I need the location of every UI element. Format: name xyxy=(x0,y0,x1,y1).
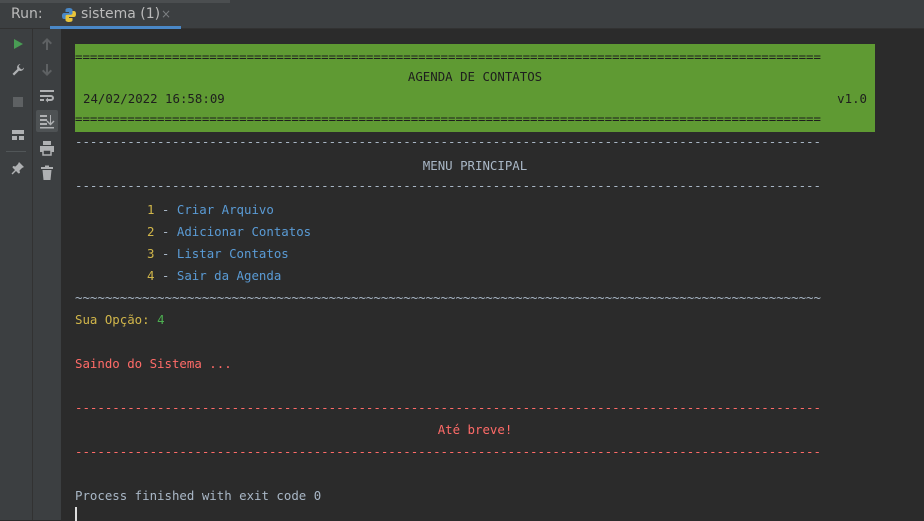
farewell-rule-bottom: ----------------------------------------… xyxy=(75,444,821,459)
layout-icon[interactable] xyxy=(7,124,29,146)
tab-label: sistema (1) xyxy=(81,6,161,22)
wrench-icon[interactable] xyxy=(7,59,29,81)
header-banner: ========================================… xyxy=(75,44,875,132)
menu-rule-top: ----------------------------------------… xyxy=(75,134,821,149)
prompt-label: Sua Opção: xyxy=(75,312,158,327)
user-answer: 4 xyxy=(157,312,165,327)
toolbar-divider xyxy=(6,151,26,152)
menu-title: MENU PRINCIPAL xyxy=(422,158,528,173)
tilde-rule: ~~~~~~~~~~~~~~~~~~~~~~~~~~~~~~~~~~~~~~~~… xyxy=(75,290,821,305)
menu-item-separator: - xyxy=(154,268,177,283)
menu-item: 2 - Adicionar Contatos xyxy=(147,221,311,243)
run-toolwindow-header: Run: sistema (1) × xyxy=(0,0,924,29)
farewell-message: Até breve! xyxy=(437,422,513,437)
soft-wrap-icon[interactable] xyxy=(36,85,58,107)
datetime: 24/02/2022 16:58:09 xyxy=(83,91,225,106)
menu-item-separator: - xyxy=(154,224,177,239)
text-cursor xyxy=(75,507,77,521)
down-arrow-icon[interactable] xyxy=(36,59,58,81)
exit-message: Saindo do Sistema ... xyxy=(75,356,232,371)
version: v1.0 xyxy=(837,91,867,106)
menu-item-separator: - xyxy=(154,202,177,217)
header-rule-bottom: ========================================… xyxy=(75,111,821,126)
trash-icon[interactable] xyxy=(36,162,58,184)
up-arrow-icon[interactable] xyxy=(36,33,58,55)
menu-item-label: Listar Contatos xyxy=(176,246,289,261)
run-label: Run: xyxy=(11,6,43,22)
menu-rule-bottom: ----------------------------------------… xyxy=(75,178,821,193)
python-icon xyxy=(61,7,77,23)
menu-item-separator: - xyxy=(154,246,177,261)
process-finished: Process finished with exit code 0 xyxy=(75,488,322,503)
run-icon[interactable] xyxy=(7,33,29,55)
option-prompt: Sua Opção: 4 xyxy=(75,309,165,331)
print-icon[interactable] xyxy=(36,137,58,159)
pin-icon[interactable] xyxy=(7,157,29,179)
menu-item: 3 - Listar Contatos xyxy=(147,243,289,265)
menu-item-label: Sair da Agenda xyxy=(176,268,282,283)
console-output[interactable]: ========================================… xyxy=(63,29,924,521)
menu-item-label: Criar Arquivo xyxy=(176,202,274,217)
menu-item-label: Adicionar Contatos xyxy=(176,224,312,239)
scroll-to-end-icon[interactable] xyxy=(36,110,58,132)
close-icon[interactable]: × xyxy=(161,7,171,21)
farewell-rule-top: ----------------------------------------… xyxy=(75,400,821,415)
menu-item: 1 - Criar Arquivo xyxy=(147,199,274,221)
run-toolbar-secondary xyxy=(33,29,62,520)
stop-icon[interactable] xyxy=(7,91,29,113)
app-title: AGENDA DE CONTATOS xyxy=(407,69,543,84)
header-rule-top: ========================================… xyxy=(75,49,821,64)
run-toolbar-primary xyxy=(0,29,33,520)
tab-sistema[interactable]: sistema (1) × xyxy=(50,0,181,29)
menu-item: 4 - Sair da Agenda xyxy=(147,265,281,287)
